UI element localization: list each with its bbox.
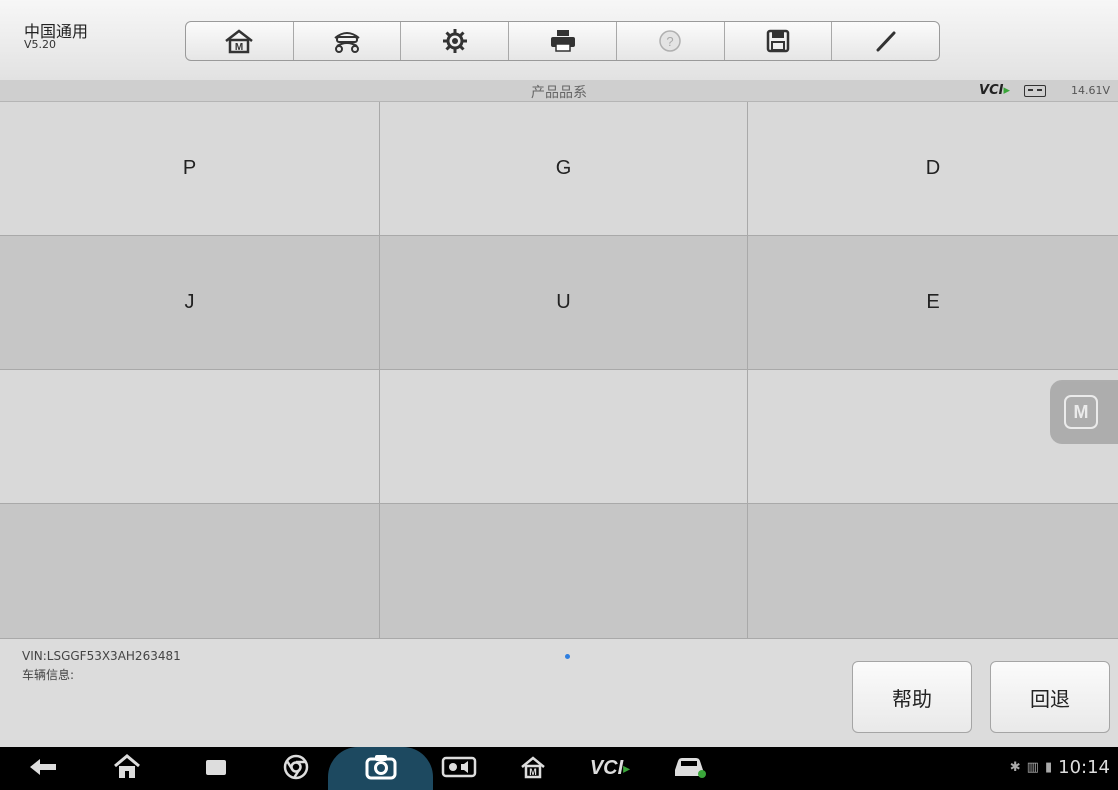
- toolbar-help-button[interactable]: ?: [617, 22, 725, 60]
- back-arrow-icon: [28, 756, 58, 782]
- grid-cell[interactable]: J: [0, 236, 380, 370]
- car-lift-icon: [329, 28, 365, 54]
- app-version: V5.20: [24, 38, 57, 51]
- title-bar: 产品品系 VCI▸ 14.61V: [0, 80, 1118, 102]
- settings-icon: [442, 28, 468, 54]
- nav-display-button[interactable]: [438, 747, 480, 790]
- grid-cell-empty: [380, 370, 748, 504]
- bluetooth-icon: ✱: [1009, 760, 1021, 775]
- footer: VIN:LSGGF53X3AH263481 车辆信息: 帮助 回退: [0, 639, 1118, 747]
- grid-cell[interactable]: P: [0, 102, 380, 236]
- recent-apps-icon: [203, 756, 229, 782]
- page-title: 产品品系: [531, 85, 587, 101]
- vci-connected-indicator: ▸: [623, 760, 631, 777]
- help-button[interactable]: 帮助: [852, 661, 972, 733]
- signal-icon: ▥: [1026, 760, 1039, 775]
- clock: 10:14: [1058, 757, 1110, 778]
- svg-text:M: M: [529, 767, 537, 777]
- floating-shortcut-button[interactable]: M: [1050, 380, 1118, 444]
- grid-cell[interactable]: D: [748, 102, 1118, 236]
- page-indicator: [565, 654, 570, 659]
- grid-cell[interactable]: G: [380, 102, 748, 236]
- vci-connected-indicator: ▸: [1003, 83, 1010, 98]
- nav-recents-button[interactable]: [195, 747, 237, 790]
- grid-cell[interactable]: U: [380, 236, 748, 370]
- back-button[interactable]: 回退: [990, 661, 1110, 733]
- home-icon: M: [223, 28, 255, 54]
- toolbar-print-button[interactable]: [509, 22, 617, 60]
- battery-icon: [1024, 85, 1046, 97]
- nav-camera-button[interactable]: [360, 747, 402, 790]
- save-icon: [766, 29, 790, 53]
- home-icon: [112, 753, 142, 784]
- svg-text:M: M: [235, 42, 243, 53]
- svg-text:?: ?: [667, 34, 674, 49]
- nav-vci-button[interactable]: VCI ▸: [580, 747, 640, 790]
- product-line-grid: P G D J U E: [0, 102, 1118, 639]
- nav-browser-button[interactable]: [275, 747, 317, 790]
- toolbar: M ?: [185, 21, 940, 61]
- browser-icon: [282, 753, 310, 785]
- nav-home-button[interactable]: [106, 747, 148, 790]
- vci-label: VCI: [979, 83, 1004, 98]
- grid-cell-empty: [748, 504, 1118, 639]
- m-logo-icon: M: [1064, 395, 1098, 429]
- brightness-volume-icon: [441, 755, 477, 783]
- grid-cell[interactable]: E: [748, 236, 1118, 370]
- grid-cell-empty: [380, 504, 748, 639]
- nav-back-button[interactable]: [22, 747, 64, 790]
- edit-icon: [874, 29, 898, 53]
- print-icon: [549, 29, 577, 53]
- grid-cell-empty: [0, 504, 380, 639]
- grid-cell-empty: [0, 370, 380, 504]
- help-icon: ?: [658, 29, 682, 53]
- toolbar-settings-button[interactable]: [401, 22, 510, 60]
- vehicle-info-label: 车辆信息:: [22, 668, 75, 682]
- toolbar-home-button[interactable]: M: [186, 22, 294, 60]
- status-area: ✱ ▥ ▮ 10:14: [1010, 757, 1110, 778]
- home-icon: M: [519, 755, 547, 783]
- nav-diagnostics-home-button[interactable]: M: [512, 747, 554, 790]
- camera-icon: [364, 753, 398, 785]
- toolbar-edit-button[interactable]: [832, 22, 939, 60]
- system-nav-bar: M VCI ▸ ✱ ▥ ▮ 10:14: [0, 747, 1118, 790]
- top-bar: 中国通用 V5.20 M ?: [0, 0, 1118, 80]
- vci-label: VCI: [589, 757, 624, 779]
- vin-label: VIN:LSGGF53X3AH263481: [22, 649, 181, 663]
- toolbar-save-button[interactable]: [725, 22, 833, 60]
- nav-vehicle-button[interactable]: [666, 747, 714, 790]
- battery-icon: ▮: [1044, 760, 1053, 775]
- toolbar-vehicle-button[interactable]: [294, 22, 402, 60]
- vci-status-icon: VCI▸: [979, 83, 1010, 98]
- car-icon: [672, 754, 708, 784]
- battery-voltage: 14.61V: [1070, 84, 1110, 97]
